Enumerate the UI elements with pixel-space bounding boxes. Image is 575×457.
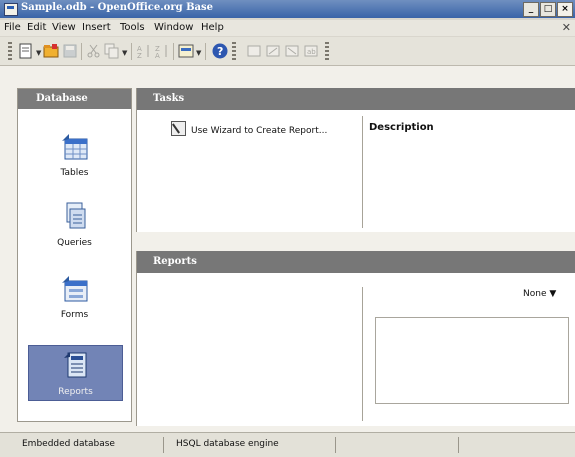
status-database-type: Embedded database (22, 439, 115, 449)
tasks-panel: Tasks Use Wizard to Create Report... Des… (136, 88, 575, 232)
report-preview-box (375, 317, 569, 404)
preview-mode-select[interactable]: None ▼ (523, 289, 556, 299)
title-bar: Sample.odb - OpenOffice.org Base _ □ × (0, 0, 575, 18)
sort-descending-icon[interactable]: ZA (154, 43, 170, 59)
svg-text:ab: ab (307, 48, 316, 56)
task-use-wizard-create-report[interactable]: Use Wizard to Create Report... (171, 121, 327, 136)
menu-edit[interactable]: Edit (27, 22, 46, 33)
menu-file[interactable]: File (4, 22, 21, 33)
form-dropdown-arrow-icon[interactable]: ▼ (196, 49, 201, 57)
window-title: Sample.odb - OpenOffice.org Base (21, 2, 214, 13)
new-dropdown-arrow-icon[interactable]: ▼ (36, 49, 41, 57)
form-icon (61, 276, 87, 302)
open-object-icon[interactable] (246, 43, 262, 59)
close-button[interactable]: × (557, 2, 573, 17)
reports-panel: Reports None ▼ (136, 251, 575, 426)
svg-text:Z: Z (137, 52, 142, 59)
nav-item-queries[interactable]: Queries (18, 201, 131, 248)
task-label: Use Wizard to Create Report... (191, 126, 328, 136)
open-folder-icon[interactable] (43, 43, 59, 59)
status-database-engine: HSQL database engine (176, 439, 279, 449)
app-icon (4, 3, 18, 16)
preview-mode-value: None (523, 289, 547, 299)
save-icon[interactable] (62, 43, 78, 59)
reports-divider (362, 287, 363, 421)
tasks-header: Tasks (137, 88, 575, 110)
toolbar-separator (173, 43, 174, 60)
help-icon[interactable]: ? (212, 43, 228, 59)
maximize-button[interactable]: □ (540, 2, 556, 17)
menu-bar: File Edit View Insert Tools Window Help … (0, 20, 575, 36)
menu-insert[interactable]: Insert (82, 22, 111, 33)
menu-help[interactable]: Help (201, 22, 224, 33)
database-panel: Database Tables Queries Forms Reports (17, 88, 132, 422)
nav-item-label: Reports (58, 387, 93, 397)
status-divider (163, 437, 164, 453)
description-label: Description (369, 122, 434, 133)
rename-object-icon[interactable]: ab (303, 43, 319, 59)
report-icon (63, 352, 86, 378)
wizard-icon (171, 121, 186, 136)
toolbar-separator (81, 43, 82, 60)
form-view-icon[interactable] (178, 43, 194, 59)
minimize-button[interactable]: _ (523, 2, 539, 17)
status-divider (458, 437, 459, 453)
menu-view[interactable]: View (52, 22, 76, 33)
database-panel-header: Database (18, 89, 131, 109)
nav-item-label: Queries (57, 238, 92, 248)
svg-text:A: A (155, 52, 160, 59)
close-document-icon[interactable]: ✕ (562, 21, 571, 34)
copy-dropdown-arrow-icon[interactable]: ▼ (122, 49, 127, 57)
menu-window[interactable]: Window (154, 22, 193, 33)
status-divider (335, 437, 336, 453)
nav-item-reports[interactable]: Reports (28, 345, 123, 401)
toolbar-grip[interactable] (325, 42, 329, 60)
toolbar-separator (205, 43, 206, 60)
nav-item-label: Tables (60, 168, 89, 178)
menu-tools[interactable]: Tools (120, 22, 145, 33)
reports-header: Reports (137, 251, 575, 273)
toolbar-grip[interactable] (232, 42, 236, 60)
status-bar: Embedded database HSQL database engine (0, 432, 575, 457)
svg-text:?: ? (217, 45, 223, 58)
delete-object-icon[interactable] (284, 43, 300, 59)
tasks-divider (362, 116, 363, 228)
toolbar-separator (131, 43, 132, 60)
sort-ascending-icon[interactable]: AZ (136, 43, 152, 59)
cut-icon[interactable] (86, 43, 102, 59)
table-icon (61, 134, 87, 160)
window-controls: _ □ × (523, 2, 573, 17)
edit-object-icon[interactable] (265, 43, 281, 59)
nav-item-forms[interactable]: Forms (18, 273, 131, 320)
standard-toolbar: ▼ ▼ AZ ZA ▼ ? ab (0, 37, 575, 66)
nav-item-tables[interactable]: Tables (18, 131, 131, 178)
toolbar-grip[interactable] (8, 42, 12, 60)
query-icon (66, 202, 85, 229)
nav-item-label: Forms (60, 310, 89, 320)
new-document-icon[interactable] (18, 43, 34, 59)
copy-icon[interactable] (104, 43, 120, 59)
chevron-down-icon: ▼ (549, 289, 557, 299)
